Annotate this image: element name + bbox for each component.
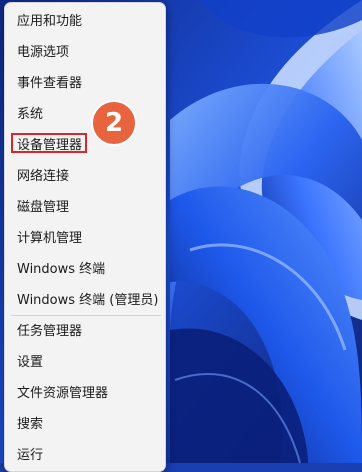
menu-item-disk-management[interactable]: 磁盘管理 — [5, 195, 165, 221]
menu-item-windows-terminal-admin[interactable]: Windows 终端 (管理员) — [5, 288, 165, 314]
menu-separator — [11, 315, 161, 316]
menu-item-windows-terminal[interactable]: Windows 终端 — [5, 257, 165, 283]
menu-item-computer-management[interactable]: 计算机管理 — [5, 226, 165, 252]
step-number-badge: 2 — [91, 100, 137, 146]
menu-item-apps-features[interactable]: 应用和功能 — [5, 9, 165, 35]
device-manager-highlight-box — [11, 133, 87, 153]
menu-item-event-viewer[interactable]: 事件查看器 — [5, 71, 165, 97]
menu-item-run[interactable]: 运行 — [5, 443, 165, 469]
menu-item-file-explorer[interactable]: 文件资源管理器 — [5, 381, 165, 407]
menu-item-task-manager[interactable]: 任务管理器 — [5, 319, 165, 345]
winx-context-menu: 应用和功能 电源选项 事件查看器 系统 设备管理器 网络连接 磁盘管理 计算机管… — [4, 2, 166, 472]
menu-item-settings[interactable]: 设置 — [5, 350, 165, 376]
menu-item-system[interactable]: 系统 — [5, 102, 165, 128]
menu-item-search[interactable]: 搜索 — [5, 412, 165, 438]
menu-item-network-connections[interactable]: 网络连接 — [5, 164, 165, 190]
menu-item-power-options[interactable]: 电源选项 — [5, 40, 165, 66]
